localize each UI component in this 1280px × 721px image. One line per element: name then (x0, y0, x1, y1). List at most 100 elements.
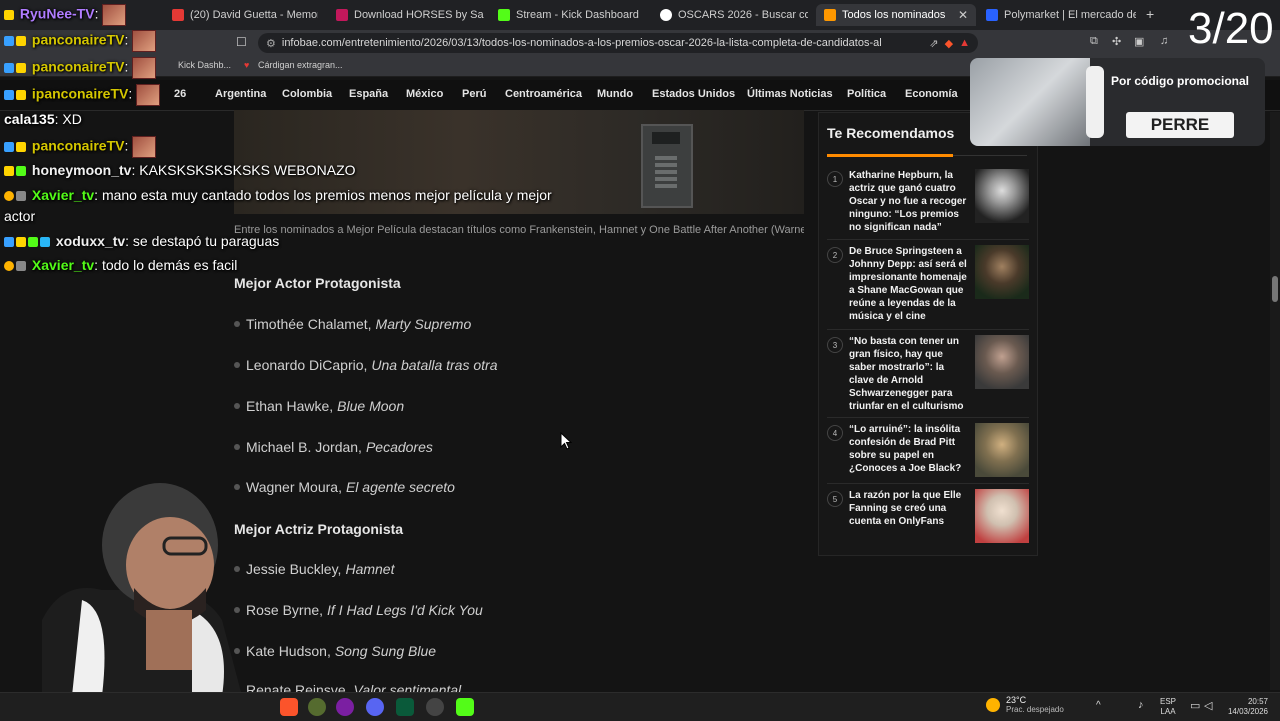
sword-badge-icon (4, 63, 14, 73)
nav-peru[interactable]: Perú (462, 88, 486, 100)
bookmark-cardigan[interactable]: Cárdigan extragran... (258, 60, 343, 70)
mouse-cursor-icon (560, 432, 572, 450)
music-icon[interactable]: ♫ (1160, 35, 1168, 47)
tab-youtube[interactable]: (20) David Guetta - Memories (F (172, 4, 318, 26)
bookmark-kick[interactable]: Kick Dashb... (178, 60, 231, 70)
nav-ultimas-noticias[interactable]: Últimas Noticias (747, 88, 833, 100)
tab-polymarket[interactable]: Polymarket | El mercado de predicció (986, 4, 1136, 26)
network-icon[interactable]: ▭ (1190, 699, 1200, 712)
chat-username: RyuNee-TV (19, 5, 95, 22)
gem-badge-icon (40, 237, 50, 248)
alert-badge-icon (4, 191, 14, 202)
recommendation-item[interactable]: 2 De Bruce Springsteen a Johnny Depp: as… (827, 245, 1029, 330)
chat-username: ipanconaireTV (31, 85, 129, 102)
emote-icon (136, 84, 161, 106)
promo-ad-banner[interactable]: Por código promocional PERRE (970, 58, 1265, 146)
address-bar[interactable]: ⚙ infobae.com/entretenimiento/2026/03/13… (258, 33, 978, 53)
streamer-webcam (42, 483, 242, 696)
bookmark-icon[interactable]: ☐ (236, 35, 247, 49)
nominee-name: Ethan Hawke, (246, 398, 334, 414)
nav-centroamerica[interactable]: Centroamérica (505, 88, 582, 100)
stream-counter: 3/20 (1188, 4, 1274, 53)
ad-promo-code[interactable]: PERRE (1126, 112, 1234, 138)
brad-pitt-thumbnail[interactable] (975, 423, 1029, 477)
sun-icon (986, 697, 1000, 712)
puzzle-icon[interactable]: ✣ (1112, 35, 1121, 48)
sub-badge-icon (28, 237, 38, 248)
rewards-icon[interactable]: ▲ (959, 37, 970, 49)
chat-username: xoduxx_tv (55, 233, 126, 249)
chat-username: Xavier_tv (31, 187, 95, 203)
recommendation-title[interactable]: De Bruce Springsteen a Johnny Depp: así … (849, 245, 969, 323)
tab-label: Stream - Kick Dashboard (516, 9, 639, 21)
rank-number: 2 (827, 247, 843, 263)
hepburn-thumbnail[interactable] (975, 169, 1029, 223)
nominee-film: Pecadores (365, 439, 433, 455)
brave-icon[interactable] (280, 698, 298, 716)
chat-line: RyuNee-TV: (4, 4, 127, 26)
app-icon[interactable] (336, 698, 354, 716)
payphone-illustration (641, 124, 693, 208)
app-icon[interactable] (426, 698, 444, 716)
nav-espana[interactable]: España (349, 88, 388, 100)
tab-google-search[interactable]: OSCARS 2026 - Buscar con Google (660, 4, 808, 26)
close-tab-icon[interactable]: ✕ (958, 8, 968, 22)
page-scrollbar[interactable] (1270, 112, 1280, 690)
keyboard-layout: LAA (1160, 707, 1176, 716)
nav-argentina[interactable]: Argentina (215, 88, 266, 100)
schwarzenegger-thumbnail[interactable] (975, 335, 1029, 389)
tab-horses[interactable]: Download HORSES by Santa Ragione (336, 4, 484, 26)
tab-kick-dashboard[interactable]: Stream - Kick Dashboard (498, 4, 646, 26)
crown-badge-icon (4, 166, 14, 177)
discord-icon[interactable] (366, 698, 384, 716)
nav-economia[interactable]: Economía (905, 88, 958, 100)
nav-politica[interactable]: Política (847, 88, 886, 100)
extensions-icon[interactable]: ⧉ (1090, 35, 1098, 48)
app-icon[interactable] (396, 698, 414, 716)
scrollbar-thumb[interactable] (1272, 276, 1278, 302)
language-indicator[interactable]: ESP LAA (1160, 697, 1176, 717)
springsteen-thumbnail[interactable] (975, 245, 1029, 299)
window-icon[interactable]: ▣ (1134, 35, 1144, 48)
site-icon (336, 9, 348, 21)
volume-icon[interactable]: ◁ (1204, 699, 1212, 712)
language-code: ESP (1160, 697, 1177, 706)
chat-username: panconaireTV (31, 31, 125, 48)
microphone-icon[interactable]: ♪ (1138, 699, 1144, 711)
chat-username: panconaireTV (31, 58, 125, 75)
app-icon[interactable] (308, 698, 326, 716)
recommendation-item[interactable]: 1 Katharine Hepburn, la actriz que ganó … (827, 169, 1029, 240)
weather-widget[interactable]: 23°C Prac. despejado (986, 695, 1064, 714)
bullet-icon (234, 321, 240, 327)
elle-fanning-thumbnail[interactable] (975, 489, 1029, 543)
tab-label: (20) David Guetta - Memories (F (190, 9, 318, 21)
clock-date: 14/03/2026 (1227, 707, 1268, 716)
recommendation-title[interactable]: “Lo arruiné”: la insólita confesión de B… (849, 423, 969, 475)
system-clock[interactable]: 20:57 14/03/2026 (1220, 697, 1268, 717)
site-info-icon[interactable]: ⚙ (266, 37, 276, 50)
sidebar-title: Te Recomendamos (827, 125, 955, 141)
recommendation-title[interactable]: Katharine Hepburn, la actriz que ganó cu… (849, 169, 969, 234)
tray-chevron-icon[interactable]: ^ (1096, 700, 1101, 711)
nav-colombia[interactable]: Colombia (282, 88, 332, 100)
nominee-name: Leonardo DiCaprio, (246, 357, 368, 373)
nominee-film: Marty Supremo (375, 316, 472, 332)
recommendation-title[interactable]: “No basta con tener un gran físico, hay … (849, 335, 969, 413)
recommendations-sidebar: Te Recomendamos 1 Katharine Hepburn, la … (818, 112, 1038, 556)
nav-mundo[interactable]: Mundo (597, 88, 633, 100)
brave-shield-icon[interactable]: ◆ (945, 37, 953, 50)
tab-infobae[interactable]: Todos los nominados a los Prem ✕ (816, 4, 976, 26)
recommendation-item[interactable]: 4 “Lo arruiné”: la insólita confesión de… (827, 423, 1029, 484)
kick-app-icon[interactable] (456, 698, 474, 716)
nav-estados-unidos[interactable]: Estados Unidos (652, 88, 735, 100)
new-tab-icon[interactable]: + (1146, 6, 1154, 22)
share-icon[interactable]: ⇗ (929, 37, 938, 50)
chat-line: panconaireTV: (4, 136, 157, 158)
recommendation-item[interactable]: 3 “No basta con tener un gran físico, ha… (827, 335, 1029, 418)
alert-badge-icon (4, 261, 14, 272)
bullet-icon (234, 444, 240, 450)
recommendation-title[interactable]: La razón por la que Elle Fanning se creó… (849, 489, 969, 528)
recommendation-item[interactable]: 5 La razón por la que Elle Fanning se cr… (827, 489, 1029, 543)
nominee-name: Timothée Chalamet, (246, 316, 372, 332)
nav-mexico[interactable]: México (406, 88, 443, 100)
